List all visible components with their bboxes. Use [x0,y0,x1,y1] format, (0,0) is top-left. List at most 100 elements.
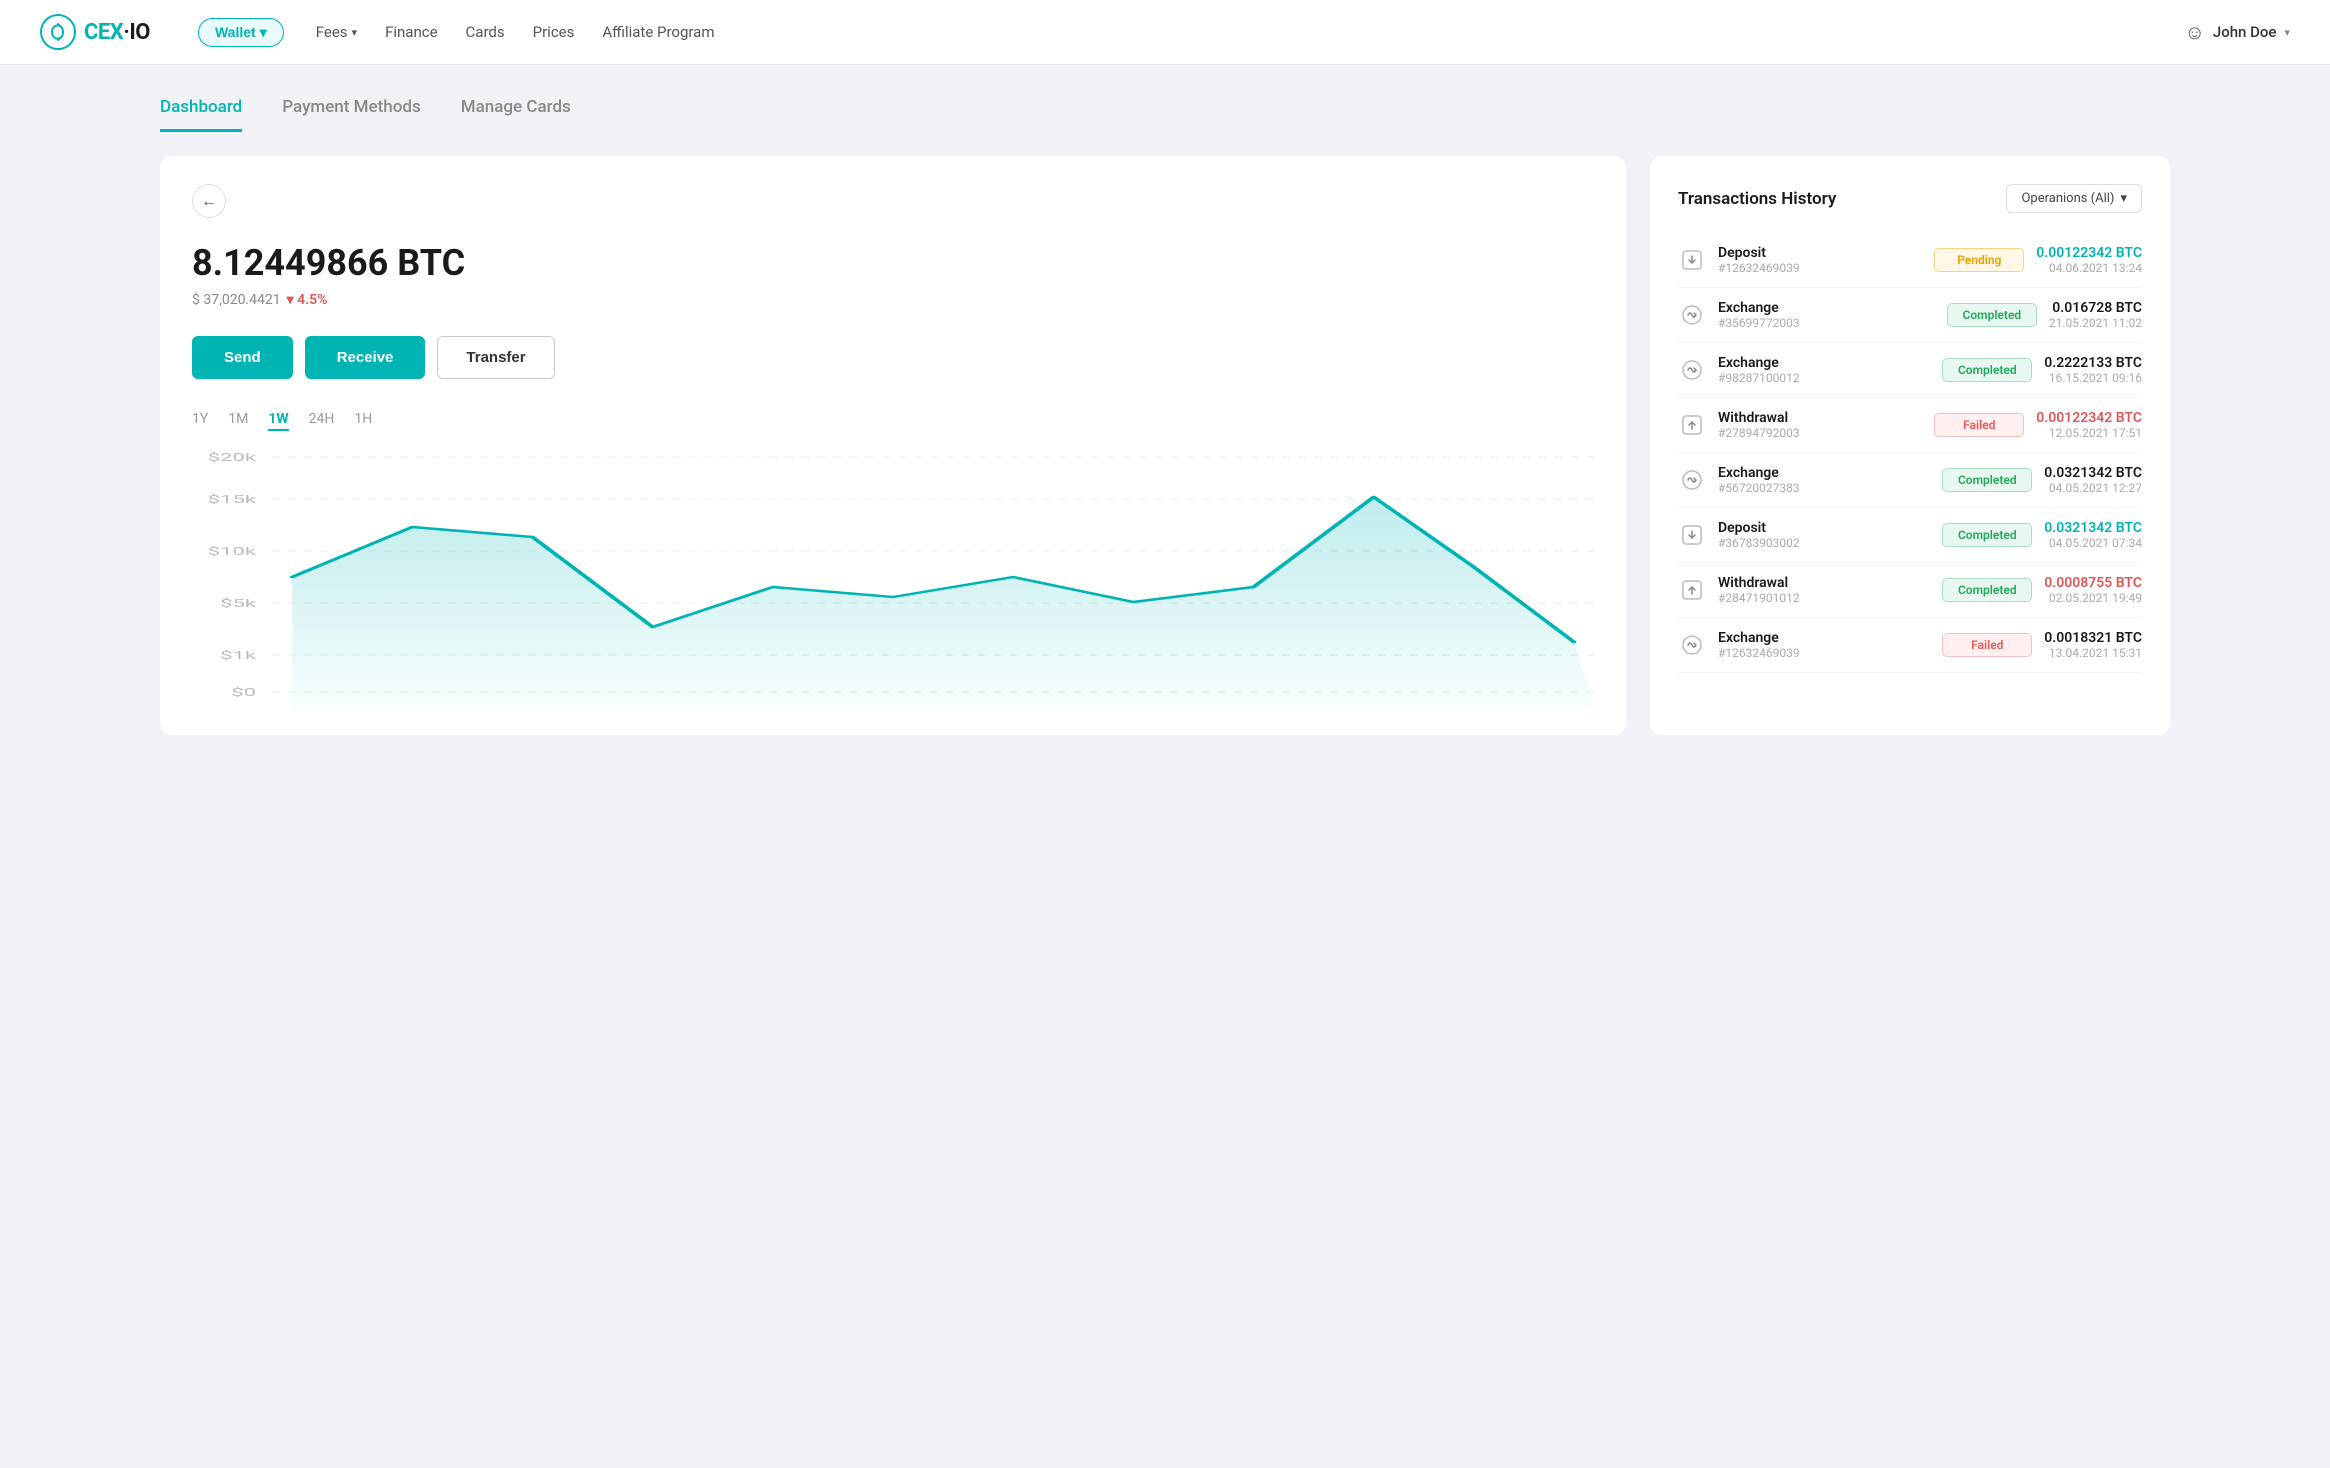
navbar: CEX·IO Wallet ▾ Fees ▾ Finance Cards Pri… [0,0,2330,65]
svg-text:$0: $0 [231,687,256,700]
tx-type: Exchange [1718,630,1930,646]
tx-id: #12632469039 [1718,261,1922,275]
svg-text:$20k: $20k [208,452,257,465]
nav-fees[interactable]: Fees ▾ [316,23,357,41]
tx-info: Exchange #12632469039 [1718,630,1930,660]
tx-type: Deposit [1718,245,1922,261]
tx-type: Exchange [1718,300,1935,316]
table-row: Deposit #36783903002 Completed 0.0321342… [1678,508,2142,563]
tab-payment-methods[interactable]: Payment Methods [282,97,420,132]
deposit-icon [1678,521,1706,549]
tx-type: Exchange [1718,355,1930,371]
tx-date: 12.05.2021 17:51 [2036,426,2142,440]
action-buttons: Send Receive Transfer [192,336,1594,379]
withdrawal-icon [1678,576,1706,604]
tx-amount: 0.2222133 BTC 16.15.2021 09:16 [2044,355,2142,385]
status-badge: Failed [1934,413,2024,437]
exchange-icon [1678,466,1706,494]
table-row: Withdrawal #28471901012 Completed 0.0008… [1678,563,2142,618]
exchange-icon [1678,631,1706,659]
tx-id: #36783903002 [1718,536,1930,550]
tx-amount-value: 0.0018321 BTC [2044,630,2142,646]
tx-amount: 0.00122342 BTC 04.06.2021 13:24 [2036,245,2142,275]
tx-id: #28471901012 [1718,591,1930,605]
filter-1h[interactable]: 1H [354,411,372,431]
tx-date: 04.06.2021 13:24 [2036,261,2142,275]
chart-container: $20k $15k $10k $5k $1k $0 [192,447,1594,707]
filter-1w[interactable]: 1W [268,411,288,431]
tx-date: 02.05.2021 19:49 [2044,591,2142,605]
price-chart: $20k $15k $10k $5k $1k $0 [192,447,1594,707]
status-badge: Completed [1942,358,2032,382]
status-badge: Completed [1942,468,2032,492]
svg-text:$15k: $15k [208,494,257,507]
tx-amount: 0.0321342 BTC 04.05.2021 12:27 [2044,465,2142,495]
balance-fiat: $ 37,020.4421 ▾ 4.5% [192,292,1594,308]
nav-links: Fees ▾ Finance Cards Prices Affiliate Pr… [316,23,2153,41]
svg-text:$1k: $1k [220,650,256,663]
tx-amount-value: 0.0008755 BTC [2044,575,2142,591]
tx-title: Transactions History [1678,189,1836,209]
time-filters: 1Y 1M 1W 24H 1H [192,411,1594,431]
tx-type: Exchange [1718,465,1930,481]
tx-id: #27894792003 [1718,426,1922,440]
table-row: Exchange #98287100012 Completed 0.222213… [1678,343,2142,398]
status-badge: Failed [1942,633,2032,657]
filter-1y[interactable]: 1Y [192,411,208,431]
table-row: Exchange #56720027383 Completed 0.032134… [1678,453,2142,508]
transfer-button[interactable]: Transfer [437,336,554,379]
svg-text:$5k: $5k [220,598,256,611]
tx-info: Deposit #12632469039 [1718,245,1922,275]
nav-affiliate[interactable]: Affiliate Program [602,23,714,41]
svg-text:$10k: $10k [208,546,257,559]
tx-type: Withdrawal [1718,410,1922,426]
tx-date: 13.04.2021 15:31 [2044,646,2142,660]
user-chevron: ▾ [2284,26,2290,39]
status-badge: Completed [1942,578,2032,602]
filter-24h[interactable]: 24H [309,411,335,431]
send-button[interactable]: Send [192,336,293,379]
tx-date: 04.05.2021 07:34 [2044,536,2142,550]
main-content: ← 8.12449866 BTC $ 37,020.4421 ▾ 4.5% Se… [0,132,2330,783]
user-icon: ☺ [2184,20,2204,45]
wallet-button[interactable]: Wallet ▾ [198,18,284,47]
nav-prices[interactable]: Prices [533,23,575,41]
tx-amount: 0.016728 BTC 21.05.2021 11:02 [2049,300,2142,330]
user-name: John Doe [2213,23,2277,41]
logo: CEX·IO [40,14,150,50]
filter-1m[interactable]: 1M [228,411,248,431]
tx-info: Deposit #36783903002 [1718,520,1930,550]
user-menu[interactable]: ☺ John Doe ▾ [2184,20,2290,45]
table-row: Exchange #35699772003 Completed 0.016728… [1678,288,2142,343]
nav-cards[interactable]: Cards [466,23,505,41]
tx-info: Withdrawal #27894792003 [1718,410,1922,440]
tx-date: 16.15.2021 09:16 [2044,371,2142,385]
back-button[interactable]: ← [192,184,226,218]
ops-dropdown[interactable]: Operanions (All) ▾ [2006,184,2142,213]
nav-finance[interactable]: Finance [385,23,437,41]
tx-amount-value: 0.00122342 BTC [2036,410,2142,426]
tx-amount: 0.0018321 BTC 13.04.2021 15:31 [2044,630,2142,660]
tx-info: Exchange #98287100012 [1718,355,1930,385]
withdrawal-icon [1678,411,1706,439]
tx-info: Exchange #56720027383 [1718,465,1930,495]
tx-date: 04.05.2021 12:27 [2044,481,2142,495]
tx-info: Withdrawal #28471901012 [1718,575,1930,605]
left-panel: ← 8.12449866 BTC $ 37,020.4421 ▾ 4.5% Se… [160,156,1626,735]
tx-type: Withdrawal [1718,575,1930,591]
exchange-icon [1678,356,1706,384]
tx-id: #12632469039 [1718,646,1930,660]
balance-amount: 8.12449866 BTC [192,242,1594,284]
tx-amount-value: 0.0321342 BTC [2044,520,2142,536]
receive-button[interactable]: Receive [305,336,426,379]
tab-dashboard[interactable]: Dashboard [160,97,242,132]
tx-amount-value: 0.0321342 BTC [2044,465,2142,481]
table-row: Deposit #12632469039 Pending 0.00122342 … [1678,233,2142,288]
table-row: Exchange #12632469039 Failed 0.0018321 B… [1678,618,2142,673]
right-panel: Transactions History Operanions (All) ▾ … [1650,156,2170,735]
tx-amount-value: 0.016728 BTC [2049,300,2142,316]
tab-manage-cards[interactable]: Manage Cards [461,97,571,132]
exchange-icon [1678,301,1706,329]
tx-date: 21.05.2021 11:02 [2049,316,2142,330]
tx-amount: 0.0008755 BTC 02.05.2021 19:49 [2044,575,2142,605]
